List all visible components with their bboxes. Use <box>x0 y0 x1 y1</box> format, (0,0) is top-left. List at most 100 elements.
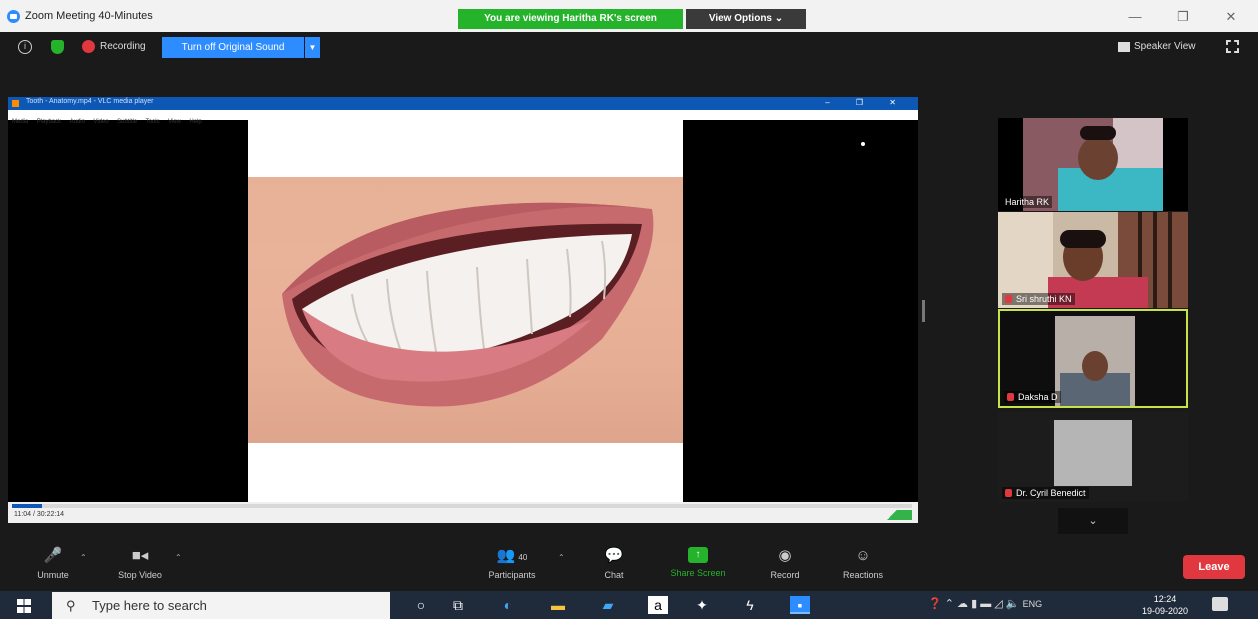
clock-date: 19-09-2020 <box>1141 606 1189 616</box>
share-screen-icon: ↑ <box>688 547 708 563</box>
recording-label: Recording <box>100 41 146 52</box>
zoom-taskbar-icon[interactable]: ▪ <box>790 596 810 614</box>
onedrive-cloud-icon[interactable]: ☁ <box>957 598 968 610</box>
lips-and-teeth-illustration <box>282 202 654 407</box>
language-indicator[interactable]: ENG <box>1023 599 1043 609</box>
action-center-icon[interactable] <box>1212 597 1228 611</box>
shared-screen: Tooth - Anatomy.mp4 - VLC media player –… <box>8 97 918 523</box>
muted-mic-icon <box>1005 489 1012 497</box>
search-placeholder: Type here to search <box>92 598 207 613</box>
participants-count: 40 <box>518 553 528 562</box>
restore-button[interactable]: ❐ <box>1163 8 1203 26</box>
player-controls: 11:04 / 30:22:14 <box>8 502 918 523</box>
player-menu-item: Playback <box>36 119 62 125</box>
taskbar-clock[interactable]: 12:24 19-09-2020 <box>1135 593 1195 617</box>
store-icon[interactable]: ▰ <box>598 596 618 614</box>
windows-taskbar: ⚲ Type here to search ○ ⧉ ◐ ▬ ▰ a ✦ ϟ ▪ … <box>0 591 1258 619</box>
help-icon[interactable]: ❓ <box>928 598 942 610</box>
player-menu-item: Tools <box>145 119 160 125</box>
title-bar: Zoom Meeting 40-Minutes You are viewing … <box>0 0 1258 32</box>
zoom-window: Zoom Meeting 40-Minutes You are viewing … <box>0 0 1258 619</box>
participants-label: Participants <box>488 570 536 580</box>
participant-tile[interactable]: Dr. Cyril Benedict <box>998 412 1188 502</box>
player-menu-item: Audio <box>69 119 85 125</box>
share-screen-button[interactable]: ↑ Share Screen <box>653 547 743 578</box>
muted-mic-icon <box>1007 393 1014 401</box>
viewing-screen-banner: You are viewing Haritha RK's screen <box>458 9 683 29</box>
zoom-app-icon <box>7 10 20 23</box>
share-screen-label: Share Screen <box>670 568 726 578</box>
unmute-button[interactable]: 🎤 Unmute <box>8 547 98 580</box>
bolt-app-icon[interactable]: ϟ <box>740 596 760 614</box>
clock-time: 12:24 <box>1153 594 1177 604</box>
participants-options-chevron-icon[interactable]: ⌃ <box>558 553 565 562</box>
system-tray: ❓ ⌃ ☁ ▮ ▬ ◿ 🔈 ENG <box>928 597 1042 610</box>
player-menu-item: Subtitle <box>117 119 138 125</box>
video-frame <box>248 120 683 502</box>
show-hidden-icons-chevron-icon[interactable]: ⌃ <box>945 598 954 610</box>
view-options-button[interactable]: View Options ⌄ <box>686 9 806 29</box>
meeting-toolbar: 🎤 Unmute ⌃ ■◂ Stop Video ⌃ 👥 40 Participa… <box>0 541 1258 591</box>
original-sound-button[interactable]: Turn off Original Sound <box>162 37 304 58</box>
vlc-cone-icon <box>12 100 19 107</box>
fullscreen-icon[interactable] <box>1226 40 1239 53</box>
stop-video-label: Stop Video <box>118 570 162 580</box>
participant-name: Dr. Cyril Benedict <box>1002 487 1089 499</box>
participant-tile[interactable]: Sri shruthi KN <box>998 212 1188 308</box>
participant-name: Daksha D <box>1004 391 1061 403</box>
stop-video-button[interactable]: ■◂ Stop Video <box>95 547 185 580</box>
participant-name: Sri shruthi KN <box>1002 293 1075 305</box>
player-menu-item: View <box>168 119 181 125</box>
panel-resize-handle[interactable] <box>922 300 925 322</box>
chat-bubble-icon: 💬 <box>604 547 624 564</box>
video-options-chevron-icon[interactable]: ⌃ <box>175 553 182 562</box>
file-explorer-icon[interactable]: ▬ <box>548 596 568 614</box>
cortana-icon[interactable]: ○ <box>411 596 431 614</box>
player-seek-progress <box>12 504 42 508</box>
leave-button[interactable]: Leave <box>1183 555 1245 579</box>
usb-icon[interactable]: ▮ <box>971 598 977 610</box>
wifi-icon[interactable]: ◿ <box>994 598 1002 610</box>
muted-mic-icon <box>1005 295 1012 303</box>
encryption-shield-icon[interactable] <box>51 40 64 54</box>
player-title: Tooth - Anatomy.mp4 - VLC media player <box>26 98 154 105</box>
participants-button[interactable]: 👥 40 Participants <box>467 547 557 580</box>
windows-start-icon[interactable] <box>17 599 31 613</box>
player-volume-icon <box>872 510 912 520</box>
player-time: 11:04 / 30:22:14 <box>14 511 65 518</box>
dropbox-icon[interactable]: ✦ <box>692 596 712 614</box>
unmute-label: Unmute <box>37 570 69 580</box>
audio-options-chevron-icon[interactable]: ⌃ <box>80 553 87 562</box>
meeting-info-icon[interactable]: i <box>18 40 32 54</box>
task-view-icon[interactable]: ⧉ <box>448 596 468 614</box>
participant-name: Haritha RK <box>1002 196 1053 208</box>
reactions-button[interactable]: ☺ Reactions <box>818 547 908 580</box>
chat-label: Chat <box>604 570 624 580</box>
edge-browser-icon[interactable]: ◐ <box>498 596 518 614</box>
close-button[interactable]: ✕ <box>1211 8 1251 26</box>
record-icon: ◉ <box>778 547 792 564</box>
original-sound-menu-chevron-icon[interactable]: ▼ <box>305 37 320 58</box>
smiley-icon: ☺ <box>855 547 871 564</box>
player-menu-item: Help <box>189 119 202 125</box>
player-window-controls: – ❐ ✕ <box>825 98 908 107</box>
reactions-label: Reactions <box>842 570 884 580</box>
taskbar-search-input[interactable]: ⚲ Type here to search <box>52 592 390 619</box>
minimize-button[interactable]: — <box>1115 8 1155 26</box>
participant-tile-active-speaker[interactable]: Daksha D <box>998 309 1188 408</box>
record-label: Record <box>770 570 800 580</box>
volume-icon[interactable]: 🔈 <box>1006 598 1020 610</box>
recording-icon <box>82 40 95 53</box>
player-seek-bar <box>12 504 912 508</box>
smile-image <box>248 177 683 443</box>
record-button[interactable]: ◉ Record <box>740 547 830 580</box>
participant-tile[interactable]: Haritha RK <box>998 118 1188 211</box>
speaker-view-button[interactable]: Speaker View <box>1118 38 1196 56</box>
chat-button[interactable]: 💬 Chat <box>569 547 659 580</box>
battery-icon[interactable]: ▬ <box>980 598 991 610</box>
video-camera-icon: ■◂ <box>131 547 149 564</box>
amazon-icon[interactable]: a <box>648 596 668 614</box>
participants-icon: 👥 40 <box>496 547 528 564</box>
player-menu-item: Video <box>93 119 109 125</box>
more-participants-chevron-down-icon[interactable]: ⌄ <box>1058 508 1128 534</box>
